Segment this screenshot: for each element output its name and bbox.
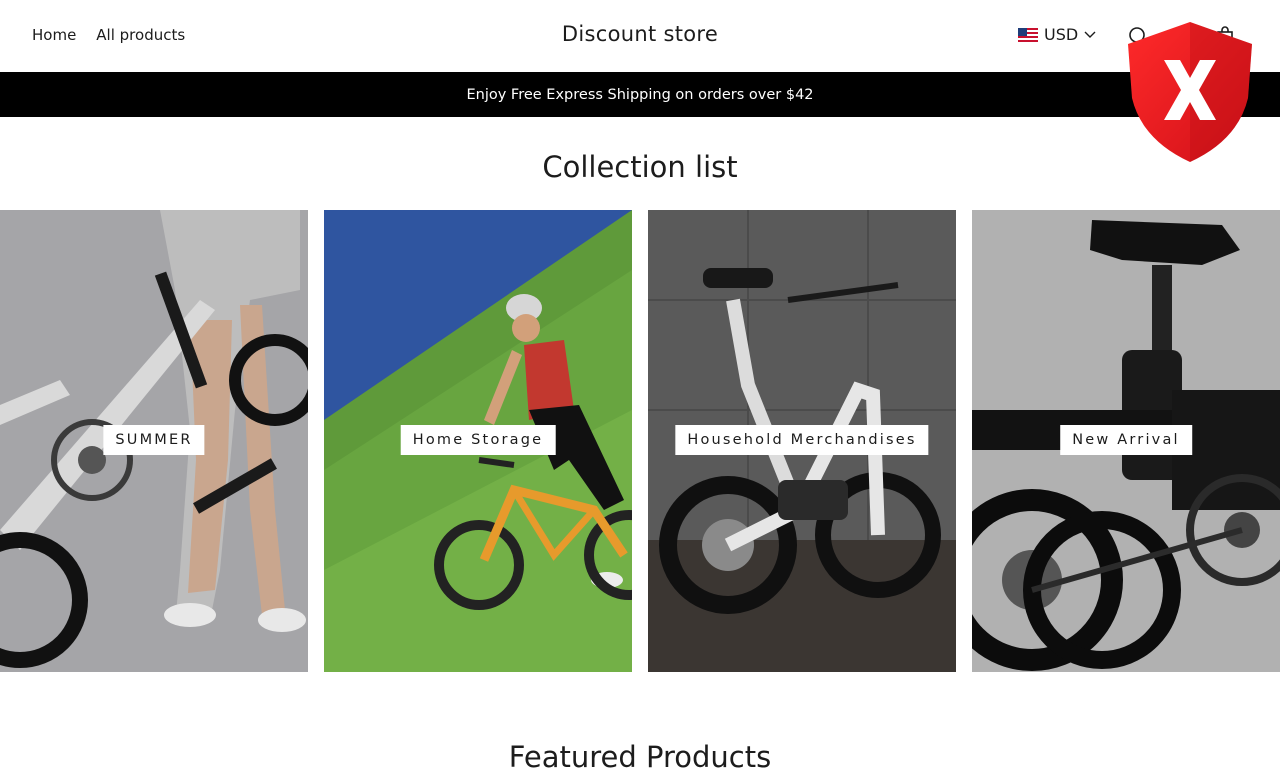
blocked-shield-icon[interactable]: [1126, 20, 1254, 164]
collection-card-new-arrival[interactable]: New Arrival: [972, 210, 1280, 672]
currency-label: USD: [1044, 25, 1079, 44]
collection-card-summer[interactable]: SUMMER: [0, 210, 308, 672]
collection-label: SUMMER: [103, 425, 205, 455]
collection-list-title: Collection list: [542, 150, 738, 184]
announcement-bar: Enjoy Free Express Shipping on orders ov…: [0, 72, 1280, 117]
collection-card-home-storage[interactable]: Home Storage: [324, 210, 632, 672]
nav-all-products-link[interactable]: All products: [96, 26, 185, 44]
collection-label: Household Merchandises: [675, 425, 929, 455]
nav-home-link[interactable]: Home: [32, 26, 76, 44]
collection-label: New Arrival: [1060, 425, 1192, 455]
collection-label: Home Storage: [400, 425, 556, 455]
featured-products-title: Featured Products: [508, 740, 772, 768]
currency-selector[interactable]: USD: [1018, 25, 1096, 44]
collection-card-household-merchandises[interactable]: Household Merchandises: [648, 210, 956, 672]
announcement-text: Enjoy Free Express Shipping on orders ov…: [466, 86, 814, 103]
us-flag-icon: [1018, 27, 1038, 42]
main-nav: Home All products: [32, 26, 185, 44]
site-header: Home All products Discount store USD: [0, 0, 1280, 72]
chevron-down-icon: [1084, 31, 1096, 38]
